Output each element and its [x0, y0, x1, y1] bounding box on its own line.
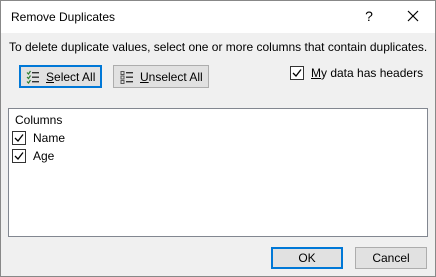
- dialog-title: Remove Duplicates: [11, 10, 116, 24]
- column-item-age[interactable]: Age: [12, 148, 54, 164]
- select-all-button[interactable]: Select All: [19, 65, 102, 88]
- columns-header: Columns: [15, 113, 63, 127]
- my-data-has-headers-checkbox[interactable]: My data has headers: [290, 65, 423, 81]
- select-all-label: Select All: [46, 69, 96, 84]
- checkbox-box[interactable]: [12, 149, 26, 163]
- checklist-icon: [26, 70, 40, 84]
- title-bar: Remove Duplicates ?: [1, 1, 435, 33]
- column-item-label: Age: [33, 149, 55, 163]
- help-icon: ?: [365, 8, 373, 24]
- headers-checkbox-label: My data has headers: [311, 66, 424, 80]
- column-item-name[interactable]: Name: [12, 130, 65, 146]
- checkbox-box[interactable]: [290, 66, 304, 80]
- unselect-all-label: Unselect All: [140, 69, 203, 84]
- checkmark-icon: [14, 152, 24, 160]
- instruction-text: To delete duplicate values, select one o…: [9, 40, 428, 54]
- remove-duplicates-dialog: Remove Duplicates ? To delete duplicate …: [0, 0, 436, 277]
- unselect-all-button[interactable]: Unselect All: [113, 65, 209, 88]
- column-item-label: Name: [33, 131, 66, 145]
- checkbox-box[interactable]: [12, 131, 26, 145]
- list-icon: [120, 70, 134, 84]
- help-button[interactable]: ?: [357, 3, 381, 29]
- cancel-button[interactable]: Cancel: [355, 247, 427, 269]
- checkmark-icon: [292, 69, 302, 77]
- close-icon: [407, 10, 419, 22]
- ok-button[interactable]: OK: [271, 247, 343, 269]
- columns-list[interactable]: Columns Name Age: [8, 108, 428, 237]
- checkmark-icon: [14, 134, 24, 142]
- close-button[interactable]: [397, 3, 429, 29]
